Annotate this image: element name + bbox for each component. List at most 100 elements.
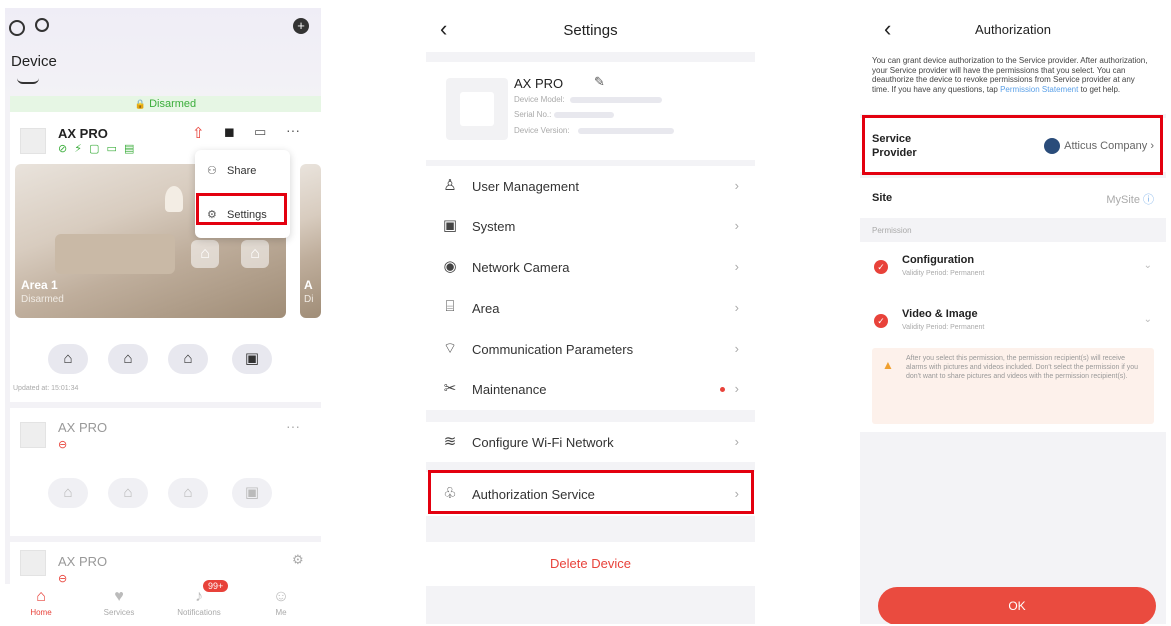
away-mode-button[interactable]: ⌂ — [48, 478, 88, 508]
settings-menu: ♙ User Management › ▣ System › ◉ Network… — [426, 166, 755, 410]
settings-screen: ‹ Settings AX PRO ✎ Device Model: Serial… — [426, 8, 755, 624]
authorization-screen: ‹ Authorization You can grant device aut… — [860, 8, 1166, 624]
nav-header: ‹ Authorization — [860, 8, 1166, 52]
permission-list: ✓ Configuration Validity Period: Permane… — [860, 242, 1166, 432]
tab-notifications[interactable]: ♪ Notifications 99+ — [169, 580, 229, 617]
tab-home[interactable]: ⌂ Home — [11, 584, 71, 617]
wifi-icon: ≋ — [443, 433, 457, 450]
permission-statement-link[interactable]: Permission Statement — [1000, 85, 1078, 94]
offline-icon: ⊖ — [58, 439, 68, 451]
chevron-right-icon: › — [734, 300, 739, 315]
device-name: AX PRO — [58, 126, 108, 141]
ok-button[interactable]: OK — [878, 587, 1156, 624]
menu-configure-wifi[interactable]: ≋ Configure Wi-Fi Network › — [426, 422, 755, 462]
checked-icon[interactable]: ✓ — [874, 260, 888, 274]
clear-alarm-button[interactable]: ▣ — [232, 344, 272, 374]
room-image — [55, 234, 175, 274]
version-label: Device Version: — [514, 126, 570, 135]
chevron-right-icon: › — [734, 259, 739, 274]
stay-mode-button[interactable]: ⌂ — [108, 478, 148, 508]
share-icon: ⚇ — [207, 165, 217, 177]
page-title: Authorization — [975, 22, 1051, 37]
monitor-icon[interactable]: ▭ — [254, 124, 266, 140]
bottom-tab-bar: ⌂ Home ♥ Services ♪ Notifications 99+ ☺ … — [5, 580, 321, 624]
device-thumbnail — [20, 128, 46, 154]
title-underline — [17, 78, 39, 84]
chevron-right-icon: › — [734, 218, 739, 233]
heart-icon: ♥ — [114, 588, 124, 605]
home-arm-icon[interactable]: ⌂ — [191, 240, 219, 268]
tab-me[interactable]: ☺ Me — [251, 584, 311, 617]
next-area-card[interactable]: A Di — [300, 164, 321, 318]
device-card-3[interactable]: AX PRO ⊖ ⚙ — [10, 542, 321, 588]
permission-configuration: Configuration — [902, 254, 975, 266]
chevron-right-icon: › — [734, 341, 739, 356]
device-name: AX PRO — [58, 554, 108, 569]
warning-icon: ▲ — [882, 358, 894, 372]
device-thumbnail — [20, 422, 46, 448]
away-mode-button[interactable]: ⌂ — [48, 344, 88, 374]
device-card-2[interactable]: AX PRO ⊖ ··· ⌂ ⌂ ⌂ ▣ — [10, 408, 321, 536]
redacted-value — [570, 97, 662, 103]
device-info-card: AX PRO ✎ Device Model: Serial No.: Devic… — [426, 62, 755, 160]
page-title: Settings — [563, 22, 618, 39]
device-name: AX PRO — [514, 76, 564, 91]
menu-network-camera[interactable]: ◉ Network Camera › — [426, 247, 755, 287]
menu-system[interactable]: ▣ System › — [426, 206, 755, 246]
share-menu-item[interactable]: ⚇ Share — [207, 164, 256, 177]
alarm-icon[interactable]: ⇧ — [192, 124, 205, 142]
menu-user-management[interactable]: ♙ User Management › — [426, 166, 755, 206]
top-bar: + Device — [5, 8, 321, 98]
update-dot — [720, 387, 725, 392]
menu-communication-parameters[interactable]: ⌔ Communication Parameters › — [426, 329, 755, 369]
area-status: Disarmed — [21, 294, 64, 305]
chevron-down-icon[interactable]: ⌄ — [1144, 314, 1152, 325]
home-icon: ⌂ — [36, 588, 46, 605]
more-icon[interactable]: ··· — [286, 418, 300, 434]
help-icon[interactable]: ⓘ — [1143, 194, 1154, 206]
playback-icon[interactable] — [9, 20, 25, 36]
add-device-icon[interactable]: + — [293, 18, 309, 34]
room-image-lamp — [165, 186, 183, 212]
disarm-icon[interactable]: ◼ — [224, 124, 235, 140]
arm-status-bar: 🔒 Disarmed — [10, 96, 321, 112]
disarm-mode-button[interactable]: ⌂ — [168, 478, 208, 508]
gear-icon[interactable]: ⚙ — [292, 552, 304, 568]
stay-mode-button[interactable]: ⌂ — [108, 344, 148, 374]
wrench-icon: ✂ — [443, 380, 457, 397]
settings-highlight — [196, 193, 287, 225]
clear-alarm-button[interactable]: ▣ — [232, 478, 272, 508]
lock-icon: 🔒 — [134, 99, 147, 109]
next-area-name: A — [304, 278, 313, 292]
chevron-right-icon: › — [734, 434, 739, 449]
chevron-right-icon: › — [734, 381, 739, 396]
permission-validity: Validity Period: Permanent — [902, 270, 985, 277]
site-value: MySite ⓘ — [1106, 194, 1154, 206]
serial-label: Serial No.: — [514, 110, 552, 119]
tab-services[interactable]: ♥ Services — [89, 584, 149, 617]
nav-header: ‹ Settings — [426, 8, 755, 52]
permission-warning: ▲ After you select this permission, the … — [872, 348, 1154, 424]
edit-icon[interactable]: ✎ — [594, 74, 605, 90]
site-row[interactable]: Site MySite ⓘ — [860, 178, 1166, 218]
authorization-intro: You can grant device authorization to th… — [860, 52, 1166, 114]
updated-time: Updated at: 15:01:34 — [13, 385, 79, 392]
chevron-down-icon[interactable]: ⌄ — [1144, 260, 1152, 271]
permission-video-image: Video & Image — [902, 308, 978, 320]
area-name: Area 1 — [21, 278, 58, 292]
redacted-value — [554, 112, 614, 118]
menu-area[interactable]: ⌸ Area › — [426, 288, 755, 328]
device-model-label: Device Model: — [514, 95, 565, 104]
permission-header: Permission — [872, 226, 912, 235]
menu-maintenance[interactable]: ✂ Maintenance › — [426, 369, 755, 409]
checked-icon[interactable]: ✓ — [874, 314, 888, 328]
more-icon[interactable]: ··· — [286, 122, 300, 138]
area-icon: ⌸ — [445, 298, 455, 315]
delete-device-button[interactable]: Delete Device — [426, 542, 755, 586]
page-title: Device — [11, 53, 57, 70]
next-area-status: Di — [304, 294, 314, 305]
permission-validity: Validity Period: Permanent — [902, 324, 985, 331]
search-icon[interactable] — [35, 18, 49, 32]
disarm-mode-button[interactable]: ⌂ — [168, 344, 208, 374]
away-arm-icon[interactable]: ⌂ — [241, 240, 269, 268]
